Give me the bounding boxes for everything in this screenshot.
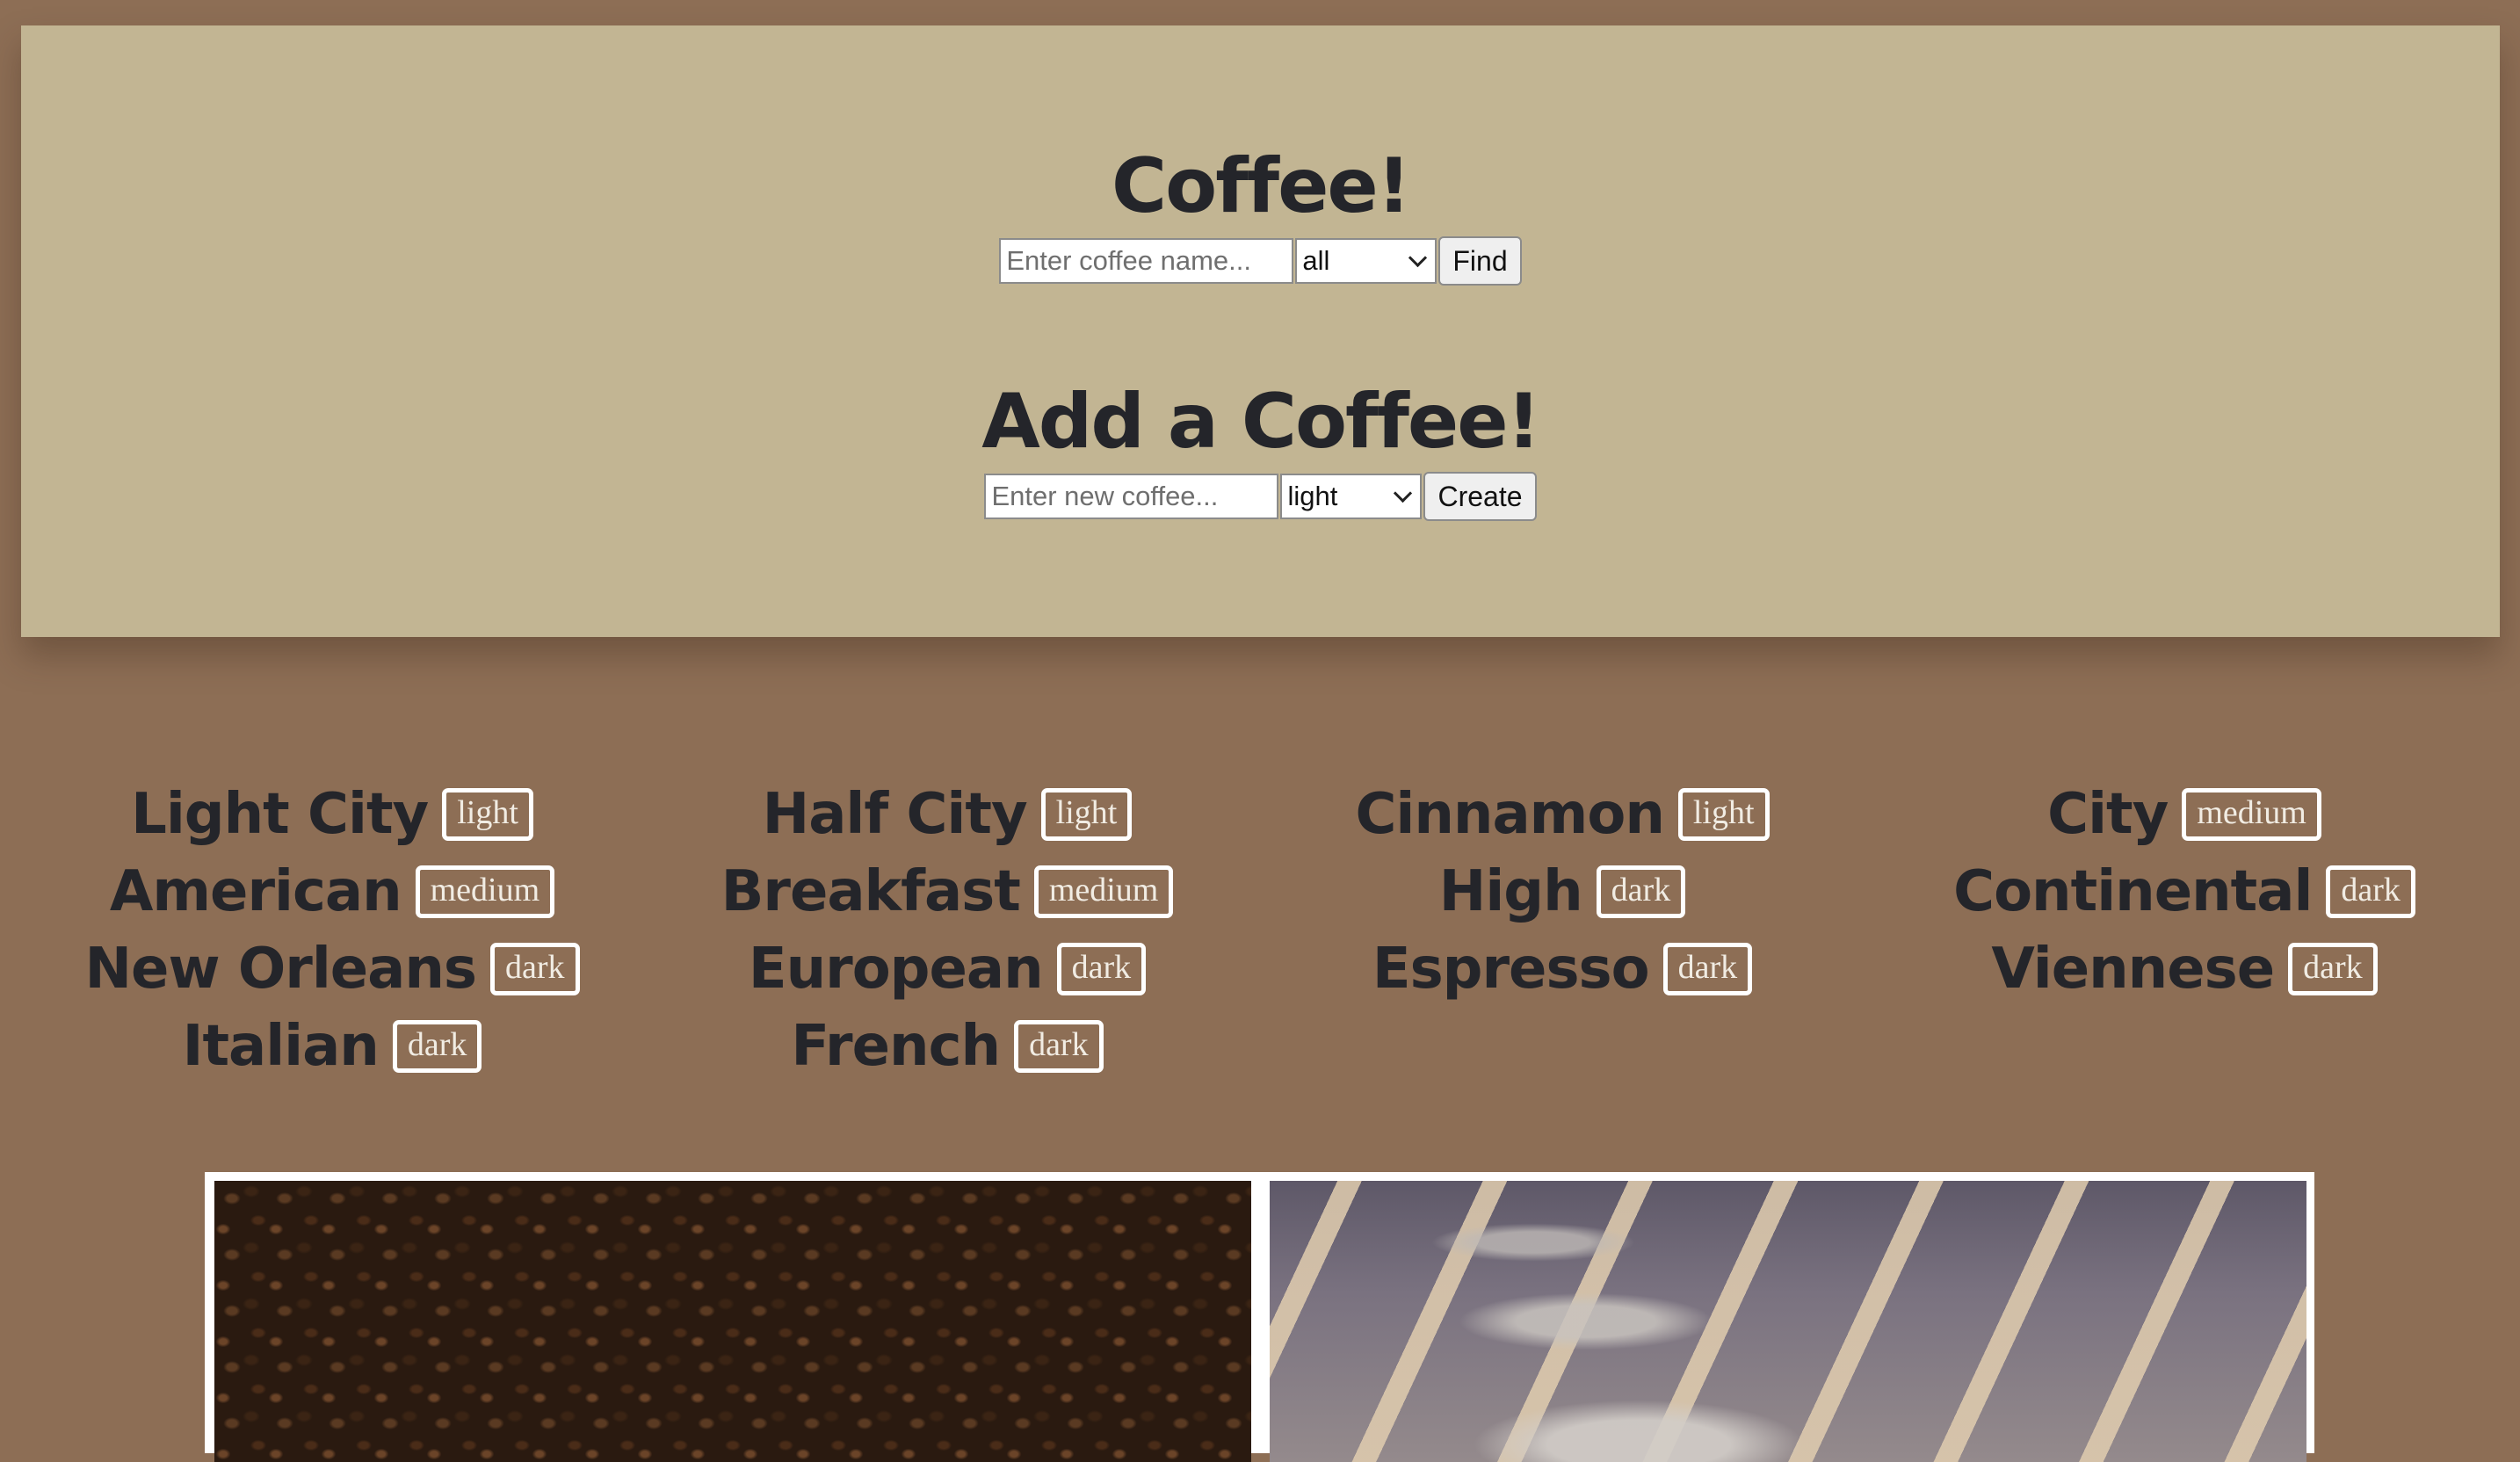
new-roast-select[interactable]: light [1280,474,1423,519]
coffee-item: Espresso dark [1248,930,1877,1008]
cafe-chairs-photo [1270,1181,2306,1462]
coffee-name: Viennese [1991,937,2275,1002]
roast-badge: dark [490,943,580,995]
coffee-item: European dark [633,930,1262,1008]
coffee-name: European [748,937,1044,1002]
coffee-column: Half City light Breakfast medium Europea… [633,776,1262,1085]
roast-filter-select[interactable]: all [1295,238,1437,284]
coffee-name: City [2047,782,2169,847]
new-coffee-input[interactable] [984,474,1279,519]
roast-badge: light [1040,788,1133,841]
coffee-name: Continental [1953,859,2313,924]
coffee-item: City medium [1870,776,2499,853]
coffee-item: Viennese dark [1870,930,2499,1008]
add-coffee-title: Add a Coffee! [981,378,1541,466]
coffee-beans-photo [214,1181,1251,1462]
roast-badge: light [442,788,533,841]
coffee-name: Half City [762,782,1028,847]
roast-badge: medium [2182,788,2321,841]
roast-badge: dark [1596,865,1686,918]
coffee-item: American medium [18,853,647,930]
coffee-column: Cinnamon light High dark Espresso dark [1248,776,1877,1008]
coffee-column: City medium Continental dark Viennese da… [1870,776,2499,1008]
roast-badge: medium [415,865,555,918]
coffee-item: French dark [633,1008,1262,1085]
coffee-name: Italian [182,1014,380,1079]
roast-badge: dark [2288,943,2378,995]
create-button[interactable]: Create [1423,472,1537,521]
coffee-name: American [109,859,402,924]
find-form: all Find [21,236,2500,286]
coffee-name: Light City [131,782,429,847]
coffee-item: New Orleans dark [18,930,647,1008]
coffee-item: Light City light [18,776,647,853]
roast-badge: dark [1056,943,1147,995]
coffee-name: Espresso [1372,937,1650,1002]
roast-filter-value: all [1302,245,1330,276]
roast-badge: dark [392,1020,482,1073]
header-panel: Coffee! all Find Add a Coffee! light Cre… [21,25,2500,637]
coffee-name: Breakfast [721,859,1021,924]
coffee-item: High dark [1248,853,1877,930]
coffee-search-input[interactable] [999,238,1294,284]
coffee-name: New Orleans [84,937,477,1002]
new-roast-value: light [1287,481,1338,511]
chevron-down-icon [1408,248,1428,267]
roast-badge: light [1677,788,1770,841]
chevron-down-icon [1394,483,1413,503]
find-button[interactable]: Find [1438,236,1522,286]
add-coffee-form: light Create [21,472,2500,521]
coffee-name: French [791,1014,1001,1079]
coffee-column: Light City light American medium New Orl… [18,776,647,1085]
coffee-item: Cinnamon light [1248,776,1877,853]
coffee-item: Continental dark [1870,853,2499,930]
coffee-list: Light City light American medium New Orl… [0,776,2520,1083]
coffee-item: Breakfast medium [633,853,1262,930]
find-title: Coffee! [1112,142,1411,230]
roast-badge: dark [1662,943,1753,995]
roast-badge: medium [1033,865,1174,918]
coffee-name: High [1438,859,1583,924]
coffee-name: Cinnamon [1355,782,1664,847]
photo-gallery [205,1172,2314,1462]
roast-badge: dark [2326,865,2415,918]
coffee-item: Half City light [633,776,1262,853]
coffee-item: Italian dark [18,1008,647,1085]
roast-badge: dark [1014,1020,1104,1073]
